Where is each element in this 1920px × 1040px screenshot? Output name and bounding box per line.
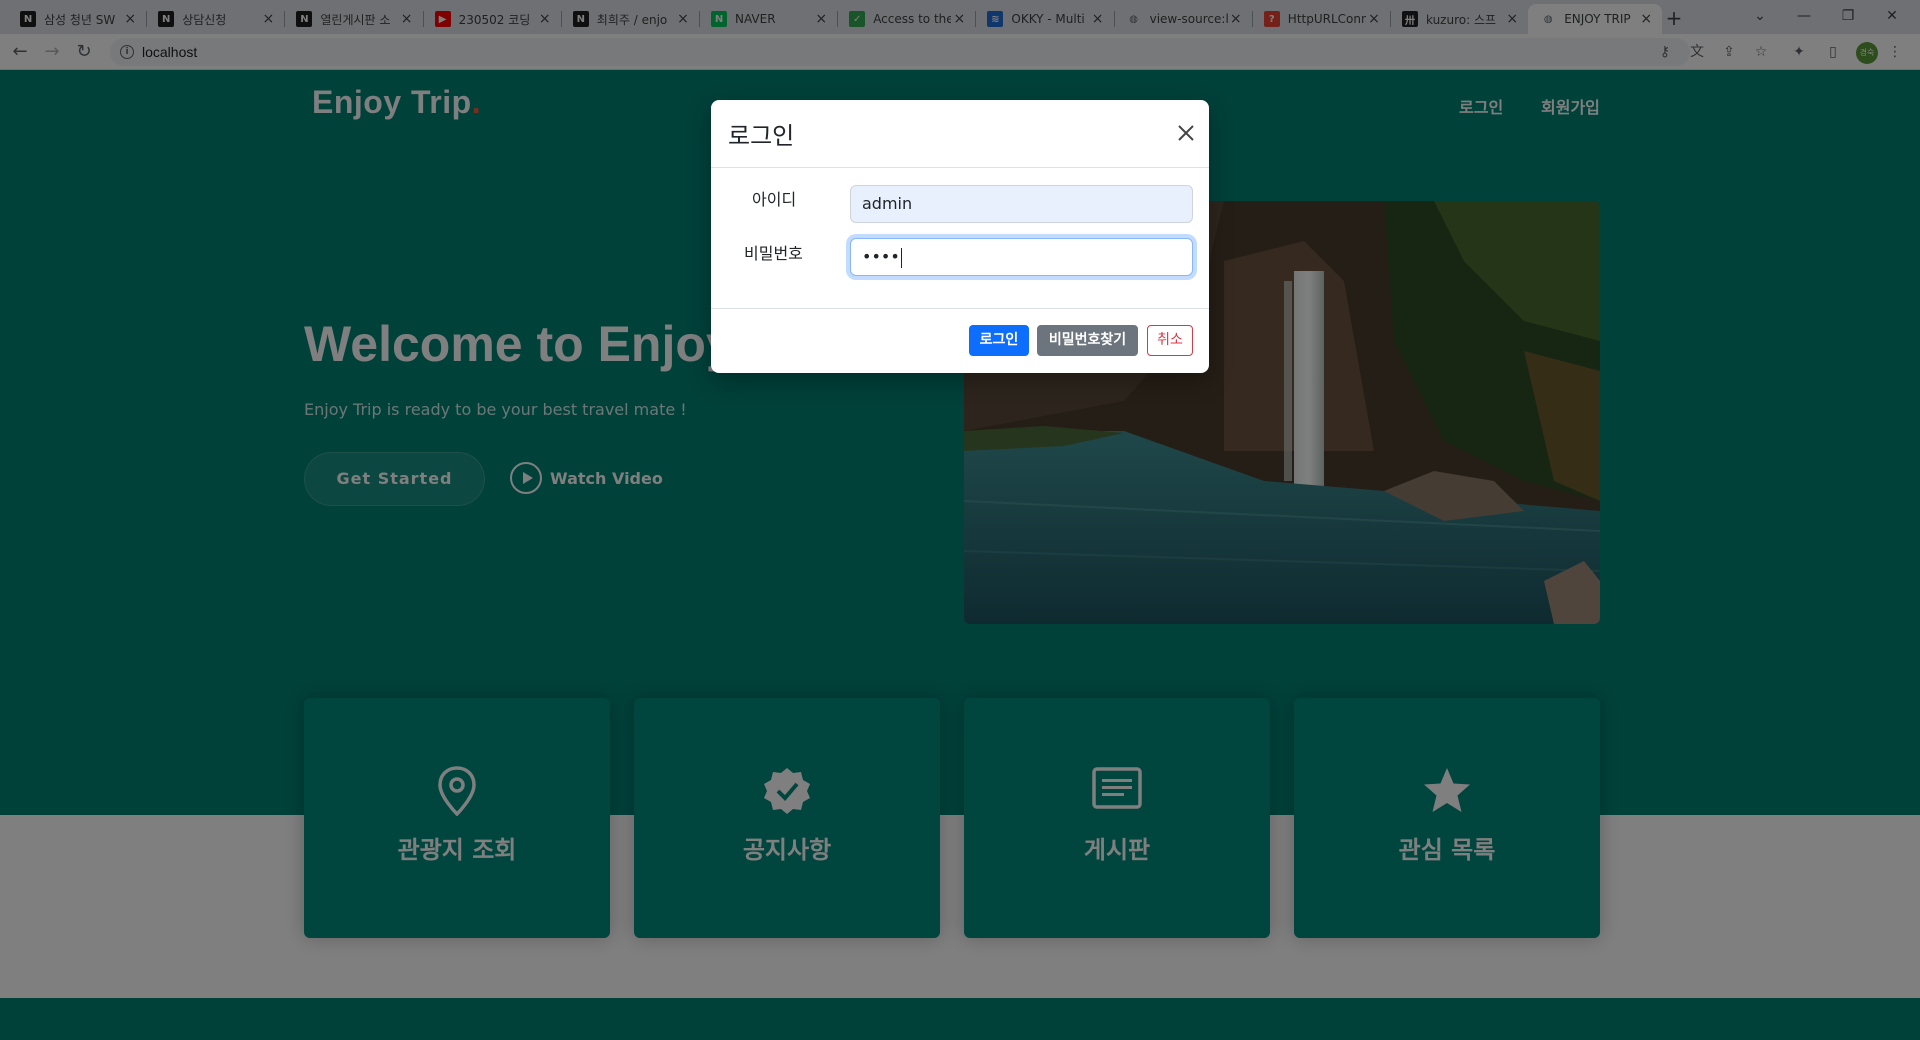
id-label: 아이디 bbox=[752, 190, 797, 209]
password-label: 비밀번호 bbox=[744, 244, 803, 263]
id-input[interactable]: admin bbox=[850, 185, 1193, 223]
modal-header: 로그인 bbox=[711, 100, 1209, 168]
password-input[interactable]: •••• bbox=[850, 238, 1193, 276]
cancel-button[interactable]: 취소 bbox=[1147, 325, 1193, 356]
login-modal: 로그인 아이디 admin 비밀번호 •••• 로그인 비밀번호찾기 취소 bbox=[711, 100, 1209, 373]
find-password-button[interactable]: 비밀번호찾기 bbox=[1037, 325, 1138, 356]
close-icon[interactable] bbox=[1173, 120, 1199, 146]
modal-title: 로그인 bbox=[728, 122, 795, 150]
text-caret bbox=[900, 247, 902, 268]
login-submit-button[interactable]: 로그인 bbox=[969, 325, 1029, 356]
password-value: •••• bbox=[862, 247, 900, 266]
modal-footer: 로그인 비밀번호찾기 취소 bbox=[711, 308, 1209, 373]
